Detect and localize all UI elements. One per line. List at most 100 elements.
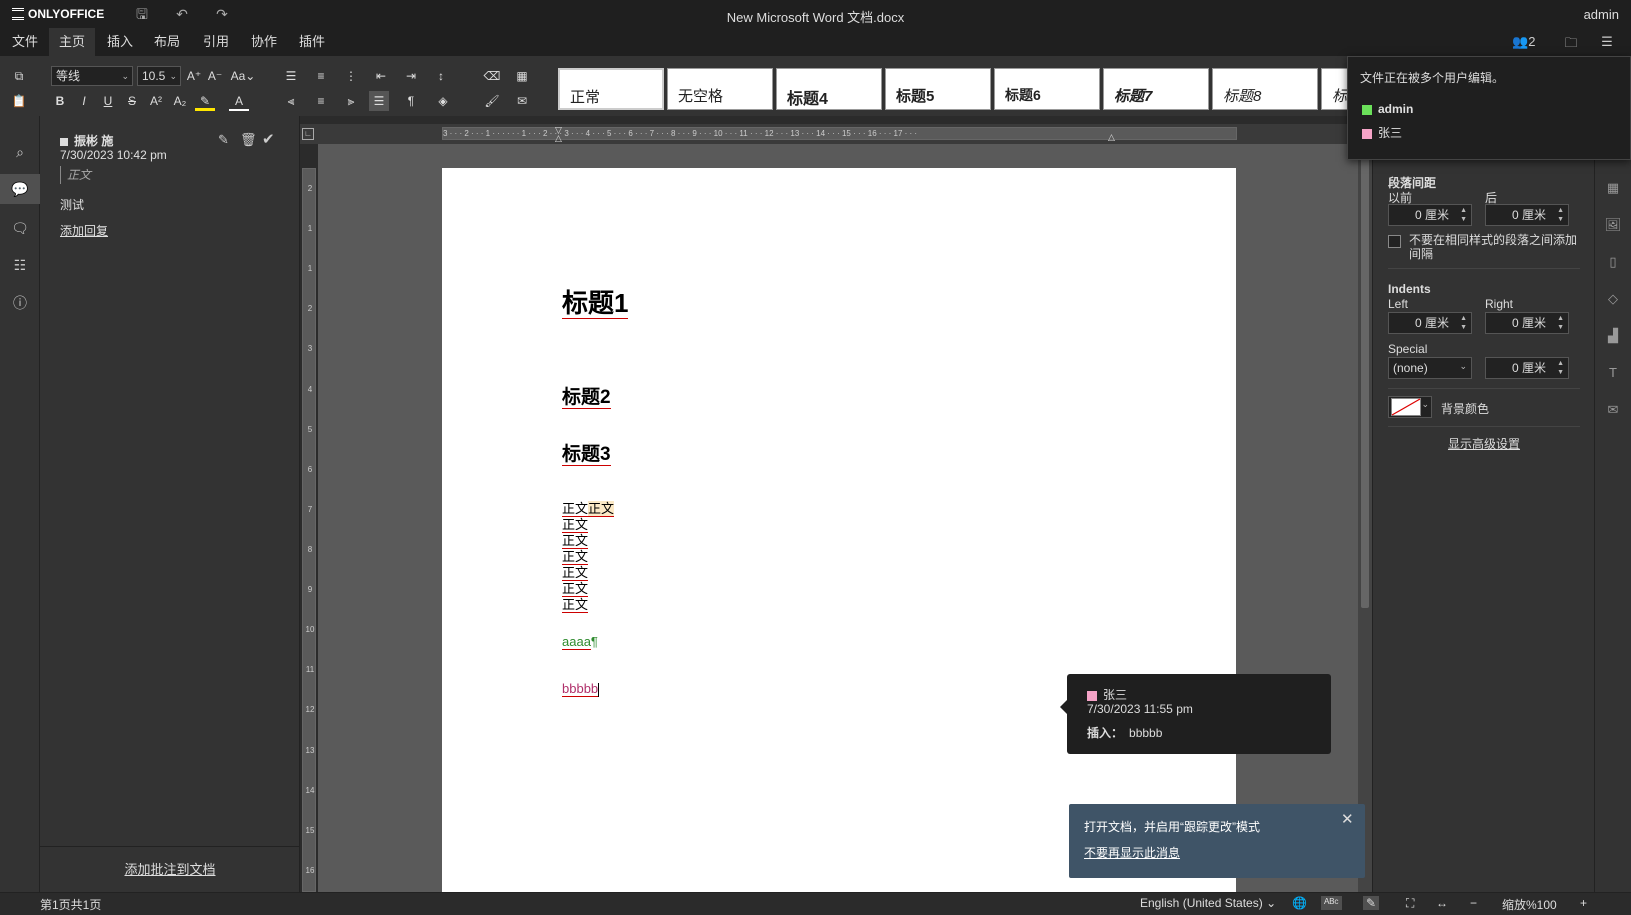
color-scheme-icon[interactable]: ▦	[512, 66, 532, 86]
underline-icon[interactable]: U	[98, 91, 118, 111]
zoom-level[interactable]: 缩放%100	[1502, 896, 1557, 913]
track-changes-icon[interactable]: ✎	[1363, 896, 1380, 910]
style-heading4[interactable]: 标题4	[776, 68, 882, 110]
tab-layout[interactable]: 布局	[144, 28, 190, 56]
hamburger-menu-icon[interactable]: ☰	[1596, 34, 1618, 52]
mail-merge-settings-icon[interactable]: ✉	[1604, 402, 1622, 420]
font-color-icon[interactable]: A	[229, 91, 249, 111]
align-center-icon[interactable]: ≡	[311, 91, 331, 111]
inserted-text-zhangsan[interactable]: bbbbb	[562, 681, 599, 697]
add-comment-to-doc-link[interactable]: 添加批注到文档	[40, 846, 300, 892]
image-settings-icon[interactable]: 🖼	[1604, 217, 1622, 235]
heading-1[interactable]: 标题1	[562, 288, 629, 319]
bullets-icon[interactable]: ☰	[281, 66, 301, 86]
tab-file[interactable]: 文件	[2, 28, 48, 56]
edit-comment-icon[interactable]: ✎	[218, 132, 229, 148]
scrollbar-thumb[interactable]	[1361, 148, 1369, 608]
tab-references[interactable]: 引用	[193, 28, 239, 56]
page-info[interactable]: 第1页共1页	[40, 896, 101, 913]
zoom-in-icon[interactable]: +	[1580, 896, 1587, 910]
mail-merge-icon[interactable]: ✉	[512, 91, 532, 111]
close-icon[interactable]: ✕	[1341, 810, 1354, 828]
vertical-scrollbar[interactable]	[1358, 144, 1372, 892]
about-icon[interactable]: ⓘ	[10, 293, 30, 313]
dont-show-again-link[interactable]: 不要再显示此消息	[1084, 844, 1180, 861]
textart-settings-icon[interactable]: T	[1604, 365, 1622, 383]
justify-icon[interactable]: ☰	[369, 91, 389, 111]
spinner-icon[interactable]: ▲ ▼	[1460, 206, 1467, 224]
no-space-checkbox[interactable]	[1388, 235, 1401, 248]
shading-icon[interactable]: ◈	[433, 91, 453, 111]
resolve-comment-icon[interactable]: ✔	[262, 130, 275, 148]
superscript-icon[interactable]: A²	[146, 91, 166, 111]
indent-left-input[interactable]: 0 厘米 ▲ ▼	[1388, 312, 1472, 334]
doc-language-icon[interactable]: 🌐	[1292, 896, 1307, 910]
document-page[interactable]: 标题1 标题2 标题3 正文正文 正文 正文 正文 正文 正文 正文 aaaa¶…	[442, 168, 1236, 892]
delete-comment-icon[interactable]: 🗑	[240, 132, 257, 148]
increase-font-icon[interactable]: A⁺	[184, 66, 204, 86]
italic-icon[interactable]: I	[74, 91, 94, 111]
language-select[interactable]: English (United States) ⌄	[1140, 896, 1276, 910]
decrease-font-icon[interactable]: A⁻	[205, 66, 225, 86]
undo-icon[interactable]: ↶	[173, 5, 191, 23]
style-heading7[interactable]: 标题7	[1103, 68, 1209, 110]
zoom-out-icon[interactable]: −	[1470, 896, 1477, 910]
style-heading8[interactable]: 标题8	[1212, 68, 1318, 110]
style-no-spacing[interactable]: 无空格	[667, 68, 773, 110]
background-color-picker[interactable]: ⌄	[1388, 396, 1432, 418]
subscript-icon[interactable]: A₂	[170, 91, 190, 111]
font-name-select[interactable]: 等线 ⌄	[51, 66, 133, 86]
spinner-icon[interactable]: ▲ ▼	[1557, 314, 1564, 332]
vertical-ruler[interactable]: 2 1 1 2 3 4 5 6 7 8 9 10 11 12 13 14 15 …	[302, 168, 316, 892]
strikethrough-icon[interactable]: S	[122, 91, 142, 111]
highlight-icon[interactable]: ✎	[195, 91, 215, 111]
nonprinting-chars-icon[interactable]: ¶	[401, 91, 421, 111]
users-button[interactable]: 👥2	[1512, 34, 1548, 52]
right-indent-marker-icon[interactable]: △	[1108, 132, 1115, 143]
spacing-after-input[interactable]: 0 厘米 ▲ ▼	[1485, 204, 1569, 226]
paste-icon[interactable]: 📋	[9, 91, 29, 111]
save-icon[interactable]: 🖫	[133, 5, 151, 23]
style-normal[interactable]: 正常	[558, 68, 664, 110]
navigation-icon[interactable]: ☷	[10, 255, 30, 275]
style-heading6[interactable]: 标题6	[994, 68, 1100, 110]
spinner-icon[interactable]: ▲ ▼	[1557, 359, 1564, 377]
align-right-icon[interactable]: ⫸	[341, 91, 361, 111]
spellcheck-icon[interactable]: ᴬᴮᶜ	[1321, 896, 1342, 910]
spacing-before-input[interactable]: 0 厘米 ▲ ▼	[1388, 204, 1472, 226]
shape-settings-icon[interactable]: ◇	[1604, 291, 1622, 309]
style-heading9[interactable]: 标	[1321, 68, 1349, 110]
indent-right-input[interactable]: 0 厘米 ▲ ▼	[1485, 312, 1569, 334]
decrease-indent-icon[interactable]: ⇤	[371, 66, 391, 86]
special-select[interactable]: (none) ⌄	[1388, 357, 1472, 379]
special-amount-input[interactable]: 0 厘米 ▲ ▼	[1485, 357, 1569, 379]
heading-3[interactable]: 标题3	[562, 444, 611, 466]
redo-icon[interactable]: ↷	[213, 5, 231, 23]
increase-indent-icon[interactable]: ⇥	[401, 66, 421, 86]
spinner-icon[interactable]: ▲ ▼	[1460, 314, 1467, 332]
chart-settings-icon[interactable]: ▟	[1604, 328, 1622, 346]
tab-home[interactable]: 主页	[49, 28, 96, 56]
chat-icon[interactable]: 🗨	[10, 218, 30, 238]
fit-width-icon[interactable]: ↔	[1436, 896, 1448, 910]
align-left-icon[interactable]: ⫷	[281, 91, 301, 111]
copy-icon[interactable]: ⧉	[9, 66, 29, 86]
open-location-icon[interactable]: 🗀	[1560, 34, 1582, 52]
heading-2[interactable]: 标题2	[562, 387, 611, 409]
search-icon[interactable]: ⌕	[10, 142, 30, 162]
copy-style-icon[interactable]: 🖌	[482, 91, 502, 111]
style-heading5[interactable]: 标题5	[885, 68, 991, 110]
change-case-icon[interactable]: Aa⌄	[229, 66, 257, 86]
advanced-settings-link[interactable]: 显示高级设置	[1373, 435, 1595, 452]
comments-icon[interactable]: 💬	[0, 174, 40, 204]
commented-text[interactable]: 正文	[588, 501, 615, 517]
inserted-text-admin[interactable]: aaaa	[562, 634, 591, 650]
tab-plugins[interactable]: 插件	[289, 28, 335, 56]
fit-page-icon[interactable]: ⛶	[1406, 896, 1414, 911]
header-footer-icon[interactable]: ▯	[1604, 254, 1622, 272]
horizontal-ruler[interactable]: ∟ 3 · · · 2 · · · 1 · · · · · · 1 · · · …	[300, 124, 1350, 144]
numbering-icon[interactable]: ≡	[311, 66, 331, 86]
add-reply-link[interactable]: 添加回复	[60, 222, 108, 239]
font-size-select[interactable]: 10.5 ⌄	[137, 66, 181, 86]
tab-insert[interactable]: 插入	[97, 28, 143, 56]
